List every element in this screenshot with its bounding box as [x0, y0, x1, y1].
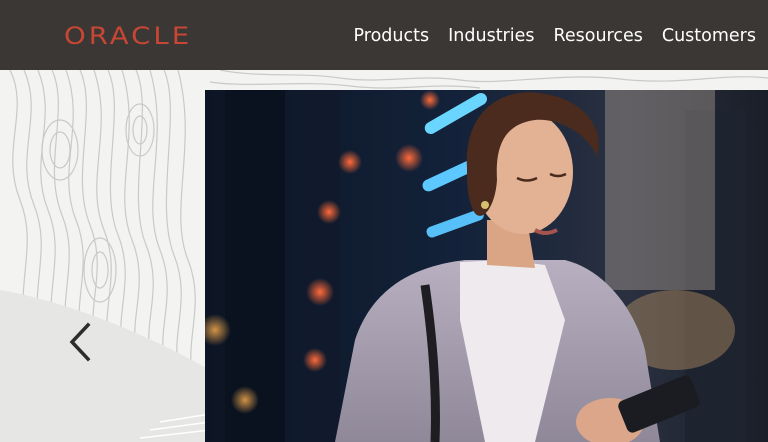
nav-resources[interactable]: Resources [554, 26, 643, 46]
carousel-prev-button[interactable] [62, 318, 98, 366]
site-header: ORACLE Products Industries Resources Cus… [0, 0, 768, 70]
nav-industries[interactable]: Industries [448, 26, 534, 46]
nav-products[interactable]: Products [354, 26, 430, 46]
oracle-logo[interactable]: ORACLE [64, 22, 192, 50]
carousel-slide-image [205, 90, 768, 442]
nav-customers[interactable]: Customers [662, 26, 756, 46]
woman-smartphone-photo [205, 90, 768, 442]
grey-background-shape [0, 290, 210, 442]
main-nav: Products Industries Resources Customers [354, 22, 756, 50]
chevron-left-icon [69, 322, 91, 362]
